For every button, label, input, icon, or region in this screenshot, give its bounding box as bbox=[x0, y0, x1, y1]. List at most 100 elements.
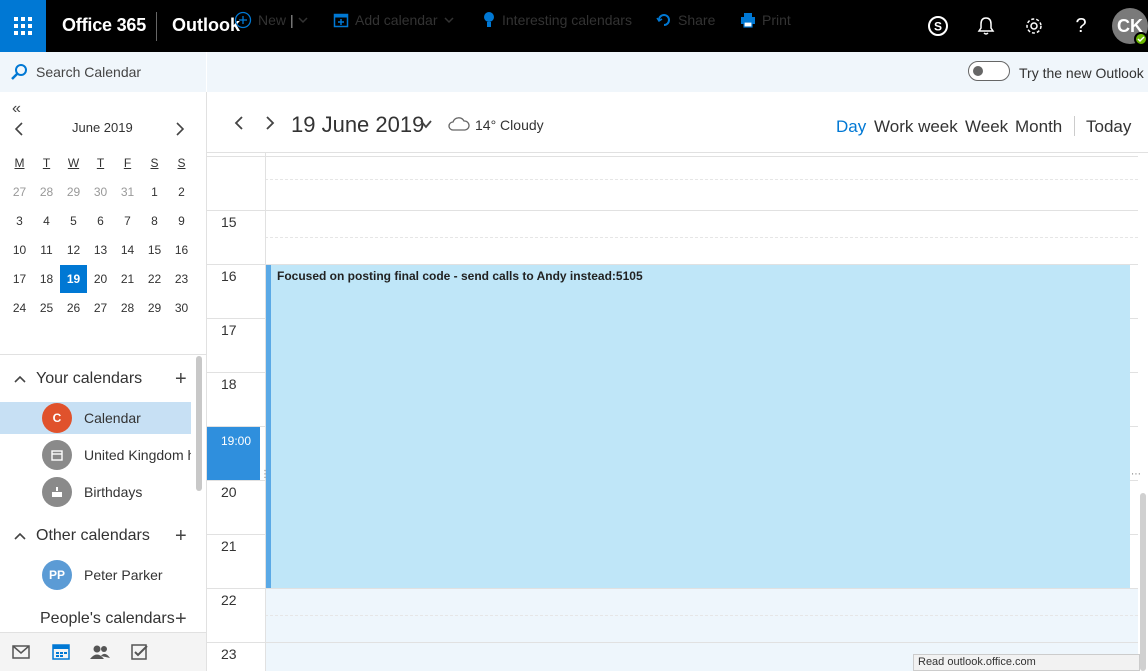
next-month-button[interactable] bbox=[175, 122, 185, 141]
new-button[interactable]: New | bbox=[234, 0, 314, 40]
previous-day-button[interactable] bbox=[234, 115, 244, 136]
hour-divider bbox=[207, 210, 1138, 211]
event-title: Focused on posting final code - send cal… bbox=[277, 269, 643, 283]
today-button[interactable]: Today bbox=[1086, 117, 1131, 137]
mini-calendar-day[interactable]: 27 bbox=[87, 294, 114, 322]
mini-calendar-day[interactable]: 30 bbox=[168, 294, 195, 322]
add-other-calendar-button[interactable]: + bbox=[175, 525, 187, 548]
mail-module-button[interactable] bbox=[10, 642, 32, 662]
notifications-button[interactable] bbox=[972, 12, 1000, 40]
your-calendars-header[interactable]: Your calendars bbox=[14, 370, 142, 388]
weather-summary[interactable]: 14° Cloudy bbox=[475, 117, 544, 133]
search-calendar-box[interactable]: Search Calendar bbox=[0, 52, 206, 92]
left-pane-scrollbar[interactable] bbox=[196, 356, 202, 491]
collapse-pane-button[interactable]: « bbox=[12, 100, 21, 118]
mini-calendar-day[interactable]: 18 bbox=[33, 265, 60, 293]
settings-button[interactable] bbox=[1020, 12, 1048, 40]
add-calendar-button[interactable]: Add calendar bbox=[333, 0, 460, 40]
calendar-item-uk-holidays[interactable]: United Kingdom holidays bbox=[0, 439, 191, 471]
view-work-week-button[interactable]: Work week bbox=[874, 117, 958, 137]
waffle-icon bbox=[14, 17, 32, 35]
skype-button[interactable]: S bbox=[924, 12, 952, 40]
mini-calendar-day[interactable]: 8 bbox=[141, 207, 168, 235]
previous-month-button[interactable] bbox=[14, 122, 24, 141]
grid-scrollbar[interactable] bbox=[1138, 153, 1148, 671]
mini-calendar-day[interactable]: 24 bbox=[6, 294, 33, 322]
mini-calendar-day[interactable]: 30 bbox=[87, 178, 114, 206]
chevron-down-icon[interactable] bbox=[298, 16, 308, 24]
mini-calendar-day[interactable]: 15 bbox=[141, 236, 168, 264]
day-view-grid[interactable]: 15 16 17 18 20 21 22 23 19:00 Focused on postin… bbox=[207, 153, 1148, 671]
hour-label: 20 bbox=[221, 484, 237, 500]
calendar-item-label: Peter Parker bbox=[84, 567, 163, 583]
add-your-calendar-button[interactable]: + bbox=[175, 368, 187, 391]
mini-calendar-day[interactable]: 28 bbox=[33, 178, 60, 206]
resize-handle-left[interactable]: ⋮ bbox=[260, 469, 270, 480]
mini-calendar-day[interactable]: 17 bbox=[6, 265, 33, 293]
view-month-button[interactable]: Month bbox=[1015, 117, 1062, 137]
mini-calendar-day[interactable]: 31 bbox=[114, 178, 141, 206]
share-button[interactable]: Share bbox=[656, 0, 715, 40]
mini-calendar-day[interactable]: 4 bbox=[33, 207, 60, 235]
mini-calendar-day[interactable]: 6 bbox=[87, 207, 114, 235]
tasks-module-button[interactable] bbox=[129, 642, 151, 662]
mini-calendar-day[interactable]: 27 bbox=[6, 178, 33, 206]
calendar-item-peter-parker[interactable]: PP Peter Parker bbox=[0, 559, 191, 591]
view-week-button[interactable]: Week bbox=[965, 117, 1008, 137]
weekday-label: S bbox=[177, 156, 186, 170]
resize-handle-right[interactable]: ⋯ bbox=[1131, 469, 1141, 480]
mini-calendar-day[interactable]: 13 bbox=[87, 236, 114, 264]
mini-calendar-day[interactable]: 26 bbox=[60, 294, 87, 322]
mini-calendar-day[interactable]: 9 bbox=[168, 207, 195, 235]
mini-calendar-day-selected[interactable]: 19 bbox=[60, 265, 87, 293]
module-switcher bbox=[0, 632, 206, 671]
half-hour-divider bbox=[265, 237, 1138, 238]
people-module-button[interactable] bbox=[89, 642, 111, 662]
share-label: Share bbox=[678, 12, 716, 28]
mini-calendar-day[interactable]: 12 bbox=[60, 236, 87, 264]
grid-scrollbar-thumb[interactable] bbox=[1140, 493, 1146, 671]
peoples-calendars-header[interactable]: People's calendars bbox=[40, 610, 175, 628]
next-day-button[interactable] bbox=[265, 115, 275, 136]
mini-calendar-day[interactable]: 5 bbox=[60, 207, 87, 235]
mini-calendar-day[interactable]: 2 bbox=[168, 178, 195, 206]
add-peoples-calendar-button[interactable]: + bbox=[175, 608, 187, 631]
print-button[interactable]: Print bbox=[740, 0, 791, 40]
mini-calendar-day[interactable]: 1 bbox=[141, 178, 168, 206]
other-calendars-header[interactable]: Other calendars bbox=[14, 527, 150, 545]
chevron-right-icon bbox=[266, 116, 275, 130]
calendar-item-birthdays[interactable]: Birthdays bbox=[0, 476, 191, 508]
current-date-title[interactable]: 19 June 2019 bbox=[291, 112, 424, 138]
mini-calendar-day[interactable]: 11 bbox=[33, 236, 60, 264]
calendar-module-button[interactable] bbox=[50, 642, 72, 662]
mini-calendar-day[interactable]: 29 bbox=[60, 178, 87, 206]
calendar-event[interactable]: Focused on posting final code - send cal… bbox=[266, 265, 1130, 588]
suite-name[interactable]: Office 365 bbox=[62, 15, 146, 36]
mini-calendar-day[interactable]: 20 bbox=[87, 265, 114, 293]
mini-calendar-day[interactable]: 25 bbox=[33, 294, 60, 322]
interesting-calendars-button[interactable]: Interesting calendars bbox=[482, 0, 632, 40]
view-day-button[interactable]: Day bbox=[836, 117, 866, 137]
search-calendar-label: Search Calendar bbox=[36, 64, 142, 80]
weekday-label: F bbox=[123, 156, 132, 170]
try-new-outlook-toggle[interactable] bbox=[968, 61, 1010, 81]
app-name[interactable]: Outlook bbox=[172, 15, 240, 36]
mini-calendar-day[interactable]: 28 bbox=[114, 294, 141, 322]
mini-calendar-day[interactable]: 3 bbox=[6, 207, 33, 235]
mini-calendar-day[interactable]: 7 bbox=[114, 207, 141, 235]
mini-calendar-day[interactable]: 10 bbox=[6, 236, 33, 264]
mini-calendar-day[interactable]: 29 bbox=[141, 294, 168, 322]
help-button[interactable]: ? bbox=[1067, 12, 1095, 40]
calendar-item-calendar[interactable]: C Calendar bbox=[0, 402, 191, 434]
mini-calendar-day[interactable]: 22 bbox=[141, 265, 168, 293]
mini-calendar-day[interactable]: 16 bbox=[168, 236, 195, 264]
mini-calendar-day[interactable]: 14 bbox=[114, 236, 141, 264]
mini-calendar-day[interactable]: 23 bbox=[168, 265, 195, 293]
mini-calendar-month[interactable]: June 2019 bbox=[72, 120, 133, 135]
calendar-item-label: Birthdays bbox=[84, 484, 143, 500]
printer-icon bbox=[741, 13, 755, 28]
other-calendars-title: Other calendars bbox=[36, 527, 150, 544]
mini-calendar-day[interactable]: 21 bbox=[114, 265, 141, 293]
app-launcher-button[interactable] bbox=[0, 0, 46, 52]
date-picker-dropdown[interactable] bbox=[420, 116, 432, 134]
